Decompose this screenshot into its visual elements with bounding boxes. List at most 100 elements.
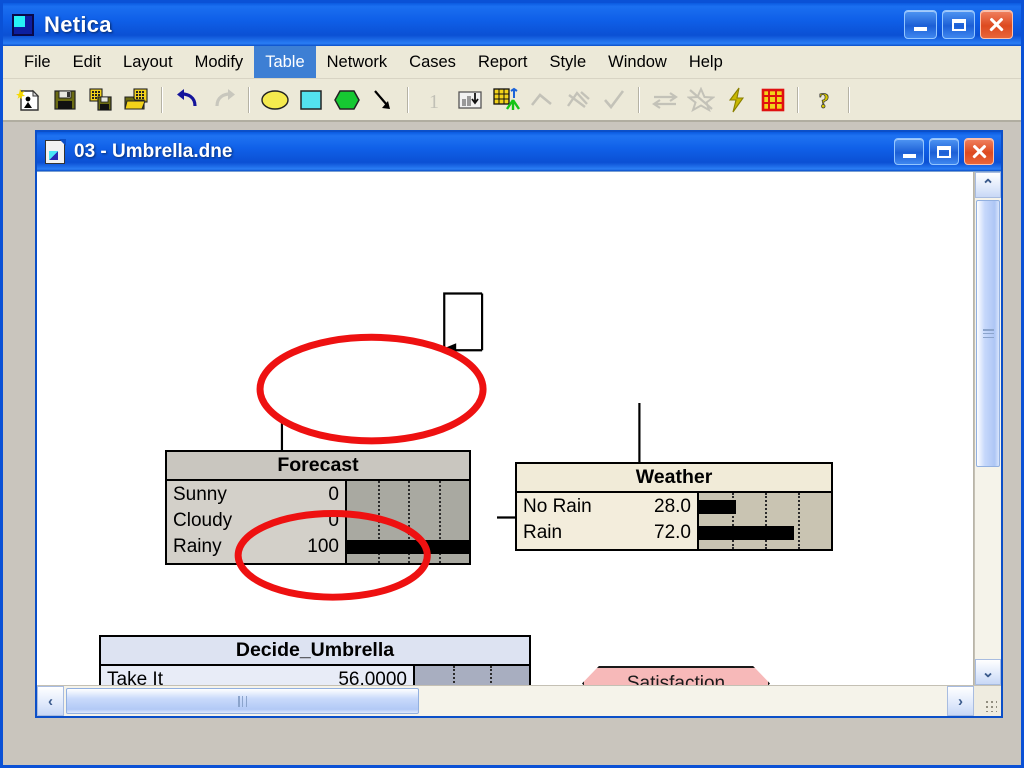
menubar: File Edit Layout Modify Table Network Ca… — [3, 46, 1021, 79]
chevron-up-icon: ⌃ — [981, 176, 995, 194]
table-row: Cloudy 0 — [167, 508, 345, 534]
toolbar-separator — [797, 86, 799, 113]
vertical-scrollbar[interactable]: ⌃ ⌄ — [974, 172, 1001, 685]
bar-fill — [699, 526, 795, 541]
help-question-icon[interactable]: ? — [806, 83, 841, 117]
document-body: Forecast Sunny 0 Cloudy 0 Rainy 100 Weat… — [37, 171, 1001, 685]
lightning-bolt-icon[interactable] — [719, 83, 754, 117]
node-forecast-bars — [345, 481, 469, 564]
node-decide-umbrella-title: Decide_Umbrella — [101, 637, 529, 667]
node-forecast[interactable]: Forecast Sunny 0 Cloudy 0 Rainy 100 — [165, 450, 471, 566]
menu-edit[interactable]: Edit — [62, 46, 112, 78]
close-button[interactable] — [980, 10, 1013, 39]
caret-icon — [524, 83, 559, 117]
node-satisfaction-title: Satisfaction — [626, 672, 726, 686]
menu-network[interactable]: Network — [316, 46, 399, 78]
menu-layout[interactable]: Layout — [112, 46, 184, 78]
redo-icon — [206, 83, 241, 117]
main-titlebar: Netica — [3, 3, 1021, 46]
bar-row — [415, 667, 529, 685]
scroll-up-button[interactable]: ⌃ — [975, 172, 1001, 198]
grip-icon — [982, 329, 994, 339]
compile-net-icon[interactable] — [452, 83, 487, 117]
crossed-star-icon — [560, 83, 595, 117]
state-label: Rain — [523, 522, 563, 544]
node-satisfaction[interactable]: Satisfaction — [582, 666, 770, 685]
show-table-icon[interactable] — [488, 83, 523, 117]
node-weather-title: Weather — [517, 464, 831, 494]
chevron-right-icon: › — [958, 692, 963, 710]
bar-row — [347, 534, 469, 560]
minimize-icon — [914, 27, 927, 31]
bar-row — [699, 520, 831, 546]
document-minimize-button[interactable] — [894, 138, 924, 165]
menu-help[interactable]: Help — [678, 46, 734, 78]
vertical-scroll-track[interactable] — [975, 198, 1001, 659]
scroll-left-button[interactable]: ‹ — [37, 686, 64, 716]
scroll-right-button[interactable]: › — [947, 686, 974, 716]
main-window-controls — [904, 10, 1013, 39]
minimize-button[interactable] — [904, 10, 937, 39]
table-row: Rainy 100 — [167, 534, 345, 560]
state-value: 56.0000 — [338, 669, 407, 685]
app-title: Netica — [44, 11, 112, 37]
menu-file[interactable]: File — [13, 46, 62, 78]
toolbar-separator — [407, 86, 409, 113]
network-canvas[interactable]: Forecast Sunny 0 Cloudy 0 Rainy 100 Weat… — [37, 172, 973, 685]
network-canvas-wrapper[interactable]: Forecast Sunny 0 Cloudy 0 Rainy 100 Weat… — [37, 172, 974, 685]
undo-icon[interactable] — [170, 83, 205, 117]
state-value: 72.0 — [654, 522, 691, 544]
save-as-icon[interactable] — [83, 83, 118, 117]
workspace: 03 - Umbrella.dne Forecast Sunny 0 Cloud… — [3, 122, 1021, 765]
document-close-button[interactable] — [964, 138, 994, 165]
horizontal-scrollbar[interactable]: ‹ › — [37, 685, 1001, 716]
node-decide-umbrella[interactable]: Decide_Umbrella Take It 56.0000 Lea — [99, 635, 531, 685]
table-row: Sunny 0 — [167, 482, 345, 508]
table-row: No Rain 28.0 — [517, 494, 697, 520]
toolbar-separator — [161, 86, 163, 113]
state-value: 0 — [328, 510, 339, 532]
red-grid-icon[interactable] — [755, 83, 790, 117]
menu-report[interactable]: Report — [467, 46, 539, 78]
menu-modify[interactable]: Modify — [184, 46, 255, 78]
chevron-down-icon: ⌄ — [981, 663, 995, 681]
node-weather-rows: No Rain 28.0 Rain 72.0 — [517, 493, 831, 550]
node-weather-bars — [697, 493, 831, 550]
save-icon[interactable] — [47, 83, 82, 117]
menu-cases[interactable]: Cases — [398, 46, 467, 78]
menu-table[interactable]: Table — [254, 46, 316, 78]
horizontal-scroll-track[interactable] — [64, 686, 947, 716]
menu-style[interactable]: Style — [538, 46, 597, 78]
node-weather[interactable]: Weather No Rain 28.0 Rain 72.0 — [515, 462, 833, 552]
network-links — [274, 292, 648, 528]
document-title: 03 - Umbrella.dne — [74, 140, 233, 162]
minimize-icon — [902, 153, 916, 158]
toolbar-separator — [248, 86, 250, 113]
node-decide-umbrella-rows: Take It 56.0000 Leave At Home 28.0000 — [101, 666, 529, 685]
maximize-icon — [951, 18, 966, 31]
document-maximize-button[interactable] — [929, 138, 959, 165]
state-value: 0 — [328, 484, 339, 506]
chevron-left-icon: ‹ — [48, 692, 53, 710]
node-forecast-title: Forecast — [167, 452, 469, 482]
state-label: Cloudy — [173, 510, 233, 532]
window-resize-grip[interactable] — [974, 686, 1001, 716]
vertical-scroll-thumb[interactable] — [976, 200, 1000, 468]
open-folder-icon[interactable] — [119, 83, 154, 117]
scroll-down-button[interactable]: ⌄ — [975, 659, 1001, 685]
state-label: Rainy — [173, 536, 222, 558]
utility-node-hexagon-icon[interactable] — [329, 83, 364, 117]
maximize-button[interactable] — [942, 10, 975, 39]
node-decide-umbrella-labels: Take It 56.0000 Leave At Home 28.0000 — [101, 666, 413, 685]
annotation-layer — [234, 333, 487, 601]
bar-row — [347, 508, 469, 534]
close-icon — [971, 143, 988, 160]
horizontal-scroll-thumb[interactable] — [66, 688, 420, 714]
toolbar-separator — [848, 86, 850, 113]
new-network-icon[interactable] — [11, 83, 46, 117]
menu-window[interactable]: Window — [597, 46, 678, 78]
link-arrow-icon[interactable] — [365, 83, 400, 117]
checkmark-icon — [596, 83, 631, 117]
decision-node-square-icon[interactable] — [293, 83, 328, 117]
nature-node-ellipse-icon[interactable] — [257, 83, 292, 117]
